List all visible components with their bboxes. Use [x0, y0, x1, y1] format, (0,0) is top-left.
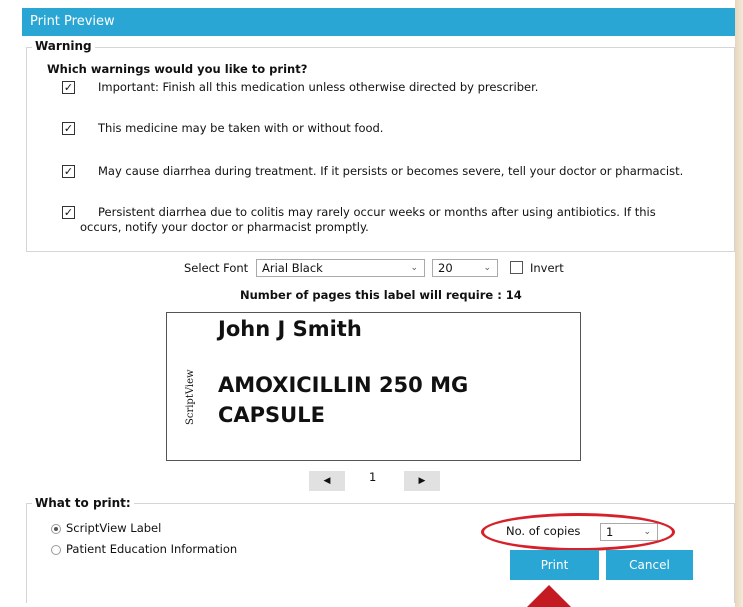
window-title: Print Preview	[22, 8, 735, 36]
warning-checkbox-3[interactable]: ✓	[62, 165, 75, 178]
warning-checkbox-1[interactable]: ✓	[62, 81, 75, 94]
warning-text-4-cont: occurs, notify your doctor or pharmacist…	[80, 220, 369, 234]
patient-education-radio[interactable]	[51, 545, 61, 555]
warning-checkbox-4[interactable]: ✓	[62, 206, 75, 219]
prev-page-button[interactable]: ◀	[309, 471, 345, 491]
scriptview-label-option: ScriptView Label	[66, 521, 162, 535]
print-button[interactable]: Print	[510, 550, 599, 580]
scriptview-vertical-text: ScriptView	[185, 369, 196, 425]
invert-checkbox[interactable]	[510, 261, 523, 274]
warning-text-3: May cause diarrhea during treatment. If …	[98, 164, 684, 178]
chevron-down-icon: ⌄	[643, 527, 651, 537]
invert-label: Invert	[530, 261, 564, 275]
background-strip	[735, 0, 743, 607]
pages-required-text: Number of pages this label will require …	[240, 288, 522, 302]
warning-text-1: Important: Finish all this medication un…	[98, 80, 539, 94]
select-font-label: Select Font	[184, 261, 249, 275]
copies-label: No. of copies	[506, 524, 581, 538]
drug-line-1: AMOXICILLIN 250 MG	[218, 373, 469, 397]
drug-name: AMOXICILLIN 250 MG CAPSULE	[218, 370, 468, 430]
patient-name: John J Smith	[218, 317, 362, 341]
pointer-arrow-icon	[527, 585, 571, 607]
what-to-print-legend: What to print:	[32, 496, 134, 510]
print-preview-window: Print Preview Warning Which warnings wou…	[0, 0, 735, 607]
scriptview-label-radio[interactable]	[51, 524, 61, 534]
copies-value: 1	[606, 525, 614, 539]
copies-select[interactable]: 1 ⌄	[600, 523, 658, 541]
chevron-down-icon: ⌄	[483, 263, 491, 273]
warning-checkbox-2[interactable]: ✓	[62, 122, 75, 135]
font-select-value: Arial Black	[262, 261, 323, 275]
font-size-value: 20	[438, 261, 453, 275]
warning-text-2: This medicine may be taken with or witho…	[98, 121, 384, 135]
font-select[interactable]: Arial Black ⌄	[256, 259, 425, 277]
chevron-down-icon: ⌄	[410, 263, 418, 273]
page-number: 1	[369, 470, 377, 484]
patient-education-option: Patient Education Information	[66, 542, 238, 556]
next-page-button[interactable]: ▶	[404, 471, 440, 491]
warning-question: Which warnings would you like to print?	[47, 62, 308, 76]
cancel-button[interactable]: Cancel	[606, 550, 693, 580]
font-size-select[interactable]: 20 ⌄	[432, 259, 498, 277]
warning-text-4: Persistent diarrhea due to colitis may r…	[98, 205, 656, 219]
drug-line-2: CAPSULE	[218, 403, 325, 427]
label-preview: ScriptView John J Smith AMOXICILLIN 250 …	[166, 312, 581, 461]
warning-legend: Warning	[32, 39, 95, 53]
